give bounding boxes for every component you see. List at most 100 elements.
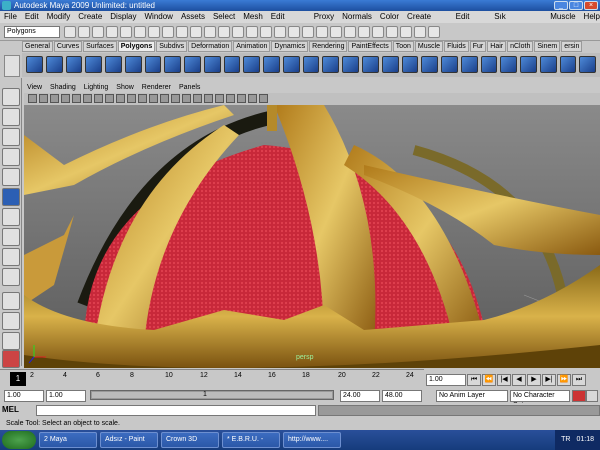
playback-end-field[interactable]: 24.00 — [340, 390, 380, 402]
menu-edit-uvs[interactable]: Edit UVs — [456, 11, 487, 33]
last-tool-icon[interactable] — [2, 268, 20, 286]
split-polygon-icon[interactable] — [381, 56, 399, 73]
menu-color[interactable]: Color — [380, 11, 399, 23]
grid-icon[interactable] — [72, 94, 81, 103]
isolate-select-icon[interactable] — [237, 94, 246, 103]
start-button[interactable] — [2, 431, 36, 449]
cylindrical-map-icon[interactable] — [539, 56, 557, 73]
poly-sphere-icon[interactable] — [26, 56, 43, 73]
time-slider[interactable]: 1 2 4 6 8 10 12 14 16 18 20 22 24 — [0, 369, 424, 386]
mode-selector[interactable]: Polygons — [4, 26, 60, 38]
tab-curves[interactable]: Curves — [53, 41, 83, 52]
select-hierarchy-icon[interactable] — [106, 26, 118, 38]
menu-mesh[interactable]: Mesh — [243, 11, 263, 23]
go-to-end-icon[interactable]: ⏭ — [572, 374, 586, 386]
cut-faces-icon[interactable] — [460, 56, 478, 73]
history-icon[interactable] — [330, 26, 342, 38]
xray-joints-icon[interactable] — [226, 94, 235, 103]
minimize-button[interactable]: _ — [554, 1, 568, 10]
layout-four-icon[interactable] — [2, 312, 20, 330]
bookmark-icon[interactable] — [50, 94, 59, 103]
mask-deform-icon[interactable] — [204, 26, 216, 38]
poly-prism-icon[interactable] — [144, 56, 162, 73]
mask-handle-icon[interactable] — [148, 26, 160, 38]
universal-manipulator-icon[interactable] — [2, 208, 20, 226]
use-all-lights-icon[interactable] — [193, 94, 202, 103]
play-backward-icon[interactable]: ◀ — [512, 374, 526, 386]
uv-editor-icon[interactable] — [579, 56, 597, 73]
render-frame-icon[interactable] — [358, 26, 370, 38]
save-scene-icon[interactable] — [92, 26, 104, 38]
layout-graph-icon[interactable] — [2, 350, 20, 368]
taskbar-item-crown[interactable]: Crown 3D — [161, 432, 219, 448]
tab-rendering[interactable]: Rendering — [309, 41, 348, 52]
open-scene-icon[interactable] — [78, 26, 90, 38]
maximize-button[interactable]: □ — [569, 1, 583, 10]
extrude-icon[interactable] — [322, 56, 340, 73]
range-slider[interactable]: 1 — [90, 390, 334, 400]
poly-pyramid-icon[interactable] — [164, 56, 182, 73]
tab-painteffects[interactable]: PaintEffects — [348, 41, 392, 52]
image-plane-icon[interactable] — [61, 94, 70, 103]
taskbar-item-maya[interactable]: 2 Maya — [39, 432, 97, 448]
menu-select[interactable]: Select — [213, 11, 235, 23]
panel-menu-view[interactable]: View — [27, 83, 42, 93]
menu-help[interactable]: Help — [584, 11, 600, 23]
poly-cone-icon[interactable] — [85, 56, 103, 73]
anim-layer-dropdown[interactable]: No Anim Layer — [436, 390, 508, 402]
tab-ncloth[interactable]: nCloth — [507, 41, 534, 52]
close-button[interactable]: × — [584, 1, 598, 10]
menu-edit[interactable]: Edit — [25, 11, 39, 23]
tab-animation[interactable]: Animation — [233, 41, 271, 52]
snap-plane-icon[interactable] — [316, 26, 328, 38]
tab-ersin[interactable]: ersin — [561, 41, 583, 52]
tab-general[interactable]: General — [22, 41, 53, 52]
menu-normals[interactable]: Normals — [342, 11, 372, 23]
poke-icon[interactable] — [480, 56, 498, 73]
field-chart-icon[interactable] — [116, 94, 125, 103]
shadows-icon[interactable] — [204, 94, 213, 103]
tab-deformation[interactable]: Deformation — [188, 41, 233, 52]
tab-toon[interactable]: Toon — [392, 41, 414, 52]
clock[interactable]: 01:18 — [576, 430, 594, 450]
show-manipulator-icon[interactable] — [2, 248, 20, 266]
gate-mask-icon[interactable] — [105, 94, 114, 103]
tab-subdivs[interactable]: Subdivs — [156, 41, 188, 52]
tool-settings-icon[interactable] — [414, 26, 426, 38]
step-back-key-icon[interactable]: |◀ — [497, 374, 511, 386]
tab-hair[interactable]: Hair — [487, 41, 507, 52]
soft-mod-tool-icon[interactable] — [2, 228, 20, 246]
append-icon[interactable] — [362, 56, 379, 73]
panel-menu-lighting[interactable]: Lighting — [84, 83, 109, 93]
perspective-viewport[interactable]: persp — [24, 105, 600, 368]
textured-icon[interactable] — [182, 94, 191, 103]
safe-action-icon[interactable] — [127, 94, 136, 103]
new-scene-icon[interactable] — [64, 26, 76, 38]
range-slider-handle[interactable] — [92, 392, 332, 398]
camera-icon[interactable] — [28, 94, 37, 103]
mask-misc-icon[interactable] — [246, 26, 258, 38]
poly-cube-icon[interactable] — [45, 56, 63, 73]
taskbar-item-paint[interactable]: Adsız - Paint — [100, 432, 158, 448]
channel-box-icon[interactable] — [428, 26, 440, 38]
wireframe-icon[interactable] — [149, 94, 158, 103]
move-tool-icon[interactable] — [2, 148, 20, 166]
layout-outliner-icon[interactable] — [2, 332, 20, 350]
animation-end-field[interactable]: 48.00 — [382, 390, 422, 402]
panel-menu-show[interactable]: Show — [116, 83, 134, 93]
film-gate-icon[interactable] — [83, 94, 92, 103]
taskbar-item-browser[interactable]: http://www.... — [283, 432, 341, 448]
bridge-icon[interactable] — [342, 56, 360, 73]
menu-window[interactable]: Window — [145, 11, 173, 23]
tab-fluids[interactable]: Fluids — [444, 41, 469, 52]
lock-selection-icon[interactable] — [260, 26, 272, 38]
poly-plane-icon[interactable] — [105, 56, 122, 73]
panel-menu-panels[interactable]: Panels — [179, 83, 200, 93]
boolean-icon[interactable] — [282, 56, 300, 73]
tab-sinem[interactable]: Sinem — [534, 41, 561, 52]
panel-menu-shading[interactable]: Shading — [50, 83, 76, 93]
menu-muscle[interactable]: Muscle — [550, 11, 575, 23]
ipr-render-icon[interactable] — [372, 26, 384, 38]
character-set-dropdown[interactable]: No Character Set — [510, 390, 570, 409]
preferences-icon[interactable] — [586, 390, 598, 402]
